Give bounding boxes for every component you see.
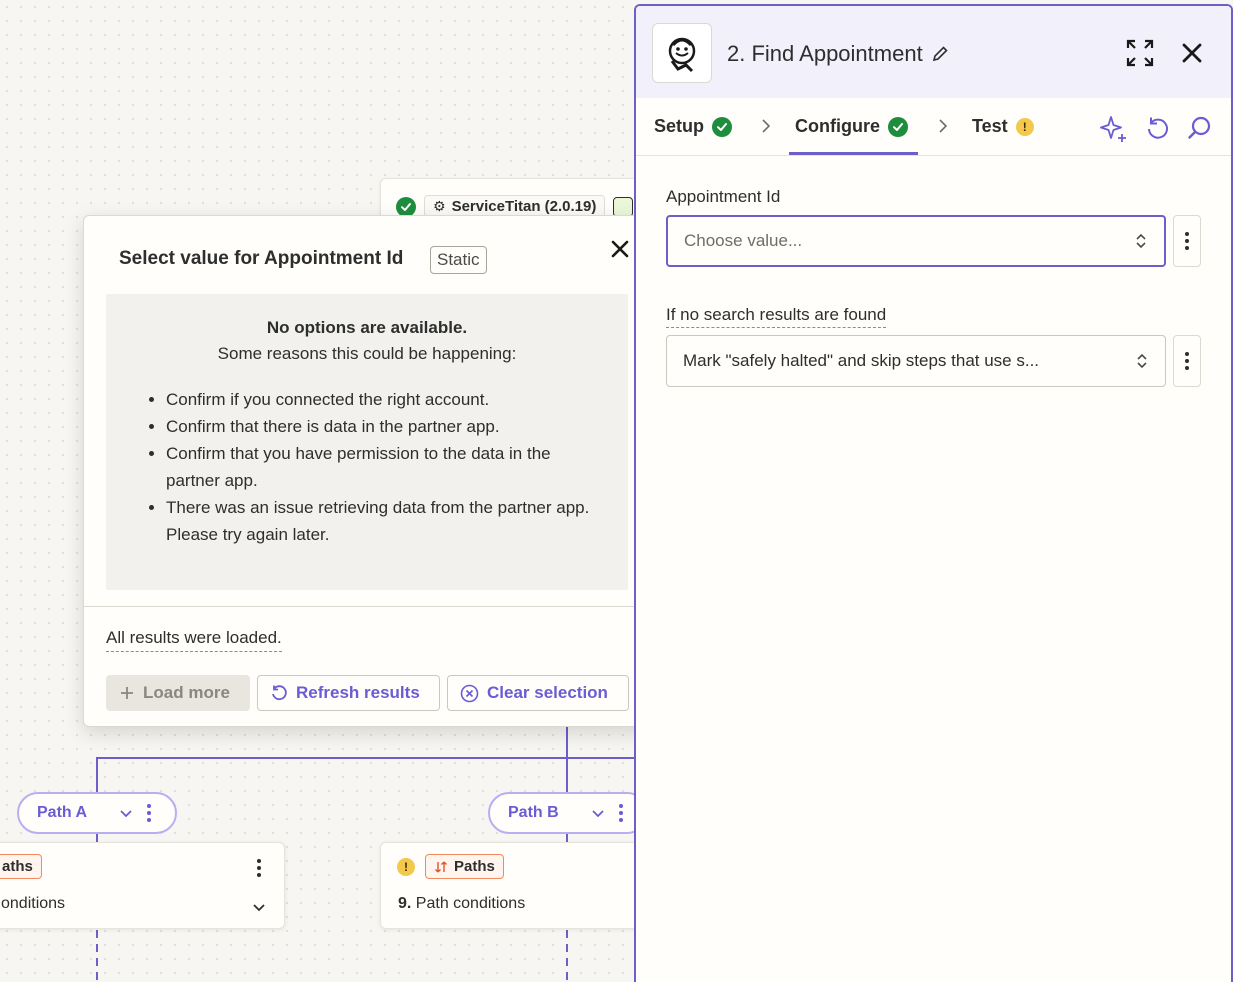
select-value-popover: Select value for Appointment Id Static N…	[83, 215, 652, 727]
path-a-label: Path A	[37, 804, 88, 821]
check-icon	[396, 196, 416, 217]
path-a-conditions: onditions	[1, 895, 66, 912]
divider	[84, 606, 651, 607]
no-results-value: Mark "safely halted" and skip steps that…	[683, 351, 1040, 370]
list-item: Confirm if you connected the right accou…	[166, 386, 608, 413]
paths-chip: aths	[0, 854, 42, 879]
empty-state-box: No options are available. Some reasons t…	[106, 294, 628, 590]
path-a-pill[interactable]: Path A	[17, 792, 177, 834]
servicetitan-logo-icon: ⚙	[433, 198, 446, 214]
appointment-id-select[interactable]: Choose value...	[666, 215, 1166, 267]
load-more-button[interactable]: Load more	[106, 675, 250, 711]
path-b-label: Path B	[508, 804, 559, 821]
plus-icon	[121, 687, 133, 699]
more-options-icon[interactable]	[257, 859, 261, 877]
list-item: Confirm that there is data in the partne…	[166, 413, 608, 440]
refresh-results-button[interactable]: Refresh results	[257, 675, 440, 711]
undo-icon[interactable]	[1145, 115, 1171, 141]
panel-header: 2. Find Appointment	[636, 6, 1231, 98]
clear-circle-icon	[460, 684, 479, 702]
warning-icon: !	[1015, 117, 1034, 136]
connector-path-a-down	[96, 930, 98, 982]
static-badge: Static	[430, 246, 487, 274]
list-item: Confirm that you have permission to the …	[166, 440, 608, 494]
results-loaded-text: All results were loaded.	[106, 628, 282, 652]
check-icon	[712, 116, 733, 137]
reasons-list: Confirm if you connected the right accou…	[146, 386, 608, 548]
chevron-down-icon[interactable]	[251, 899, 267, 915]
chevron-down-icon[interactable]	[591, 806, 605, 820]
empty-state-heading: No options are available.	[266, 318, 468, 337]
step-editor-panel: 2. Find Appointment Setup Configure Test…	[634, 4, 1233, 982]
connector-path-a	[96, 757, 98, 793]
timer-icon	[613, 196, 634, 217]
more-options-icon[interactable]	[147, 804, 152, 822]
popover-title: Select value for Appointment Id	[119, 248, 404, 269]
chevron-right-icon	[939, 119, 948, 133]
active-tab-indicator	[789, 152, 918, 155]
step-number: 9.	[398, 895, 412, 912]
paths-chip: Paths	[425, 854, 504, 879]
servicetitan-logo-icon	[652, 23, 712, 83]
sort-arrows-icon	[1137, 353, 1147, 369]
list-item: There was an issue retrieving data from …	[166, 494, 608, 548]
warning-icon: !	[397, 857, 415, 876]
tab-setup[interactable]: Setup	[654, 116, 733, 137]
no-results-select[interactable]: Mark "safely halted" and skip steps that…	[666, 335, 1166, 387]
close-icon[interactable]	[607, 236, 633, 262]
chevron-right-icon	[762, 119, 771, 133]
check-icon	[888, 116, 908, 137]
appointment-id-label: Appointment Id	[666, 187, 781, 206]
split-arrows-icon	[435, 861, 447, 872]
panel-title: 2. Find Appointment	[727, 41, 949, 67]
step-tabs: Setup Configure Test !	[636, 98, 1231, 156]
connector-vertical-main	[566, 726, 568, 758]
empty-state-subheading: Some reasons this could be happening:	[217, 344, 517, 363]
connector-path-b-down	[566, 930, 568, 982]
expand-icon[interactable]	[1126, 39, 1154, 67]
tab-test[interactable]: Test !	[972, 116, 1034, 137]
path-b-pill[interactable]: Path B	[488, 792, 648, 834]
sort-arrows-icon	[1136, 233, 1146, 249]
pencil-icon[interactable]	[931, 45, 949, 63]
tab-configure[interactable]: Configure	[795, 116, 908, 137]
connector-horizontal	[96, 757, 634, 759]
clear-selection-button[interactable]: Clear selection	[447, 675, 629, 711]
more-options-icon[interactable]	[618, 804, 623, 822]
close-icon[interactable]	[1181, 42, 1203, 64]
refresh-icon	[272, 685, 287, 701]
appointment-id-options-button[interactable]	[1173, 215, 1201, 267]
path-b-conditions: Path conditions	[415, 895, 526, 912]
no-results-options-button[interactable]	[1173, 335, 1201, 387]
no-results-label: If no search results are found	[666, 305, 887, 328]
ai-sparkle-icon[interactable]	[1099, 114, 1129, 144]
connector-path-b	[566, 757, 568, 793]
search-icon[interactable]	[1187, 115, 1213, 141]
path-b-card[interactable]: ! Paths 9. Path conditions	[380, 842, 650, 929]
more-options-icon	[1185, 232, 1189, 250]
path-a-card[interactable]: aths onditions	[0, 842, 285, 929]
more-options-icon	[1185, 352, 1189, 370]
appointment-id-placeholder: Choose value...	[684, 231, 803, 250]
chevron-down-icon[interactable]	[119, 806, 133, 820]
